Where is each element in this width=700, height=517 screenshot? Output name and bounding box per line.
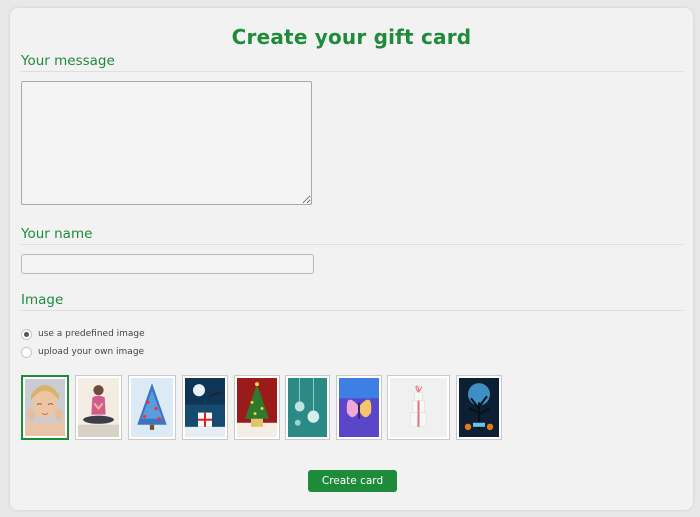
upload-image-option[interactable]: upload your own image: [21, 345, 144, 359]
upload-radio[interactable]: [21, 346, 32, 358]
purple-butterfly-image[interactable]: [336, 375, 382, 440]
page-title: Create your gift card: [231, 25, 472, 49]
red-christmas-tree-icon: [237, 378, 277, 437]
upload-label: upload your own image: [38, 347, 145, 357]
red-christmas-tree-image[interactable]: [234, 375, 280, 440]
teal-baubles-image[interactable]: [285, 375, 330, 440]
create-card-button[interactable]: Create card: [308, 470, 397, 492]
message-textarea[interactable]: [21, 81, 312, 205]
predefined-image-option[interactable]: use a predefined image: [21, 327, 145, 341]
yoga-meditation-icon: [78, 378, 119, 437]
image-heading: Image: [21, 292, 683, 311]
spa-woman-face-image[interactable]: [21, 375, 69, 440]
teal-baubles-icon: [288, 378, 327, 437]
halloween-tree-icon: [459, 378, 499, 437]
blue-christmas-tree-icon: [131, 378, 173, 437]
yoga-meditation-image[interactable]: [75, 375, 122, 440]
santa-night-gift-image[interactable]: [182, 375, 228, 440]
predefined-label: use a predefined image: [38, 329, 145, 339]
gift-boxes-icon: [390, 378, 447, 437]
predefined-radio[interactable]: [21, 328, 32, 340]
blue-christmas-tree-image[interactable]: [128, 375, 176, 440]
name-heading: Your name: [21, 226, 683, 245]
name-input[interactable]: [21, 254, 314, 274]
halloween-tree-image[interactable]: [456, 375, 502, 440]
message-heading: Your message: [21, 53, 683, 72]
gift-boxes-image[interactable]: [387, 375, 450, 440]
purple-butterfly-icon: [339, 378, 379, 437]
santa-night-gift-icon: [185, 378, 225, 437]
spa-woman-face-icon: [25, 379, 65, 436]
gift-card-form: Create your gift card Your message Your …: [10, 8, 693, 510]
